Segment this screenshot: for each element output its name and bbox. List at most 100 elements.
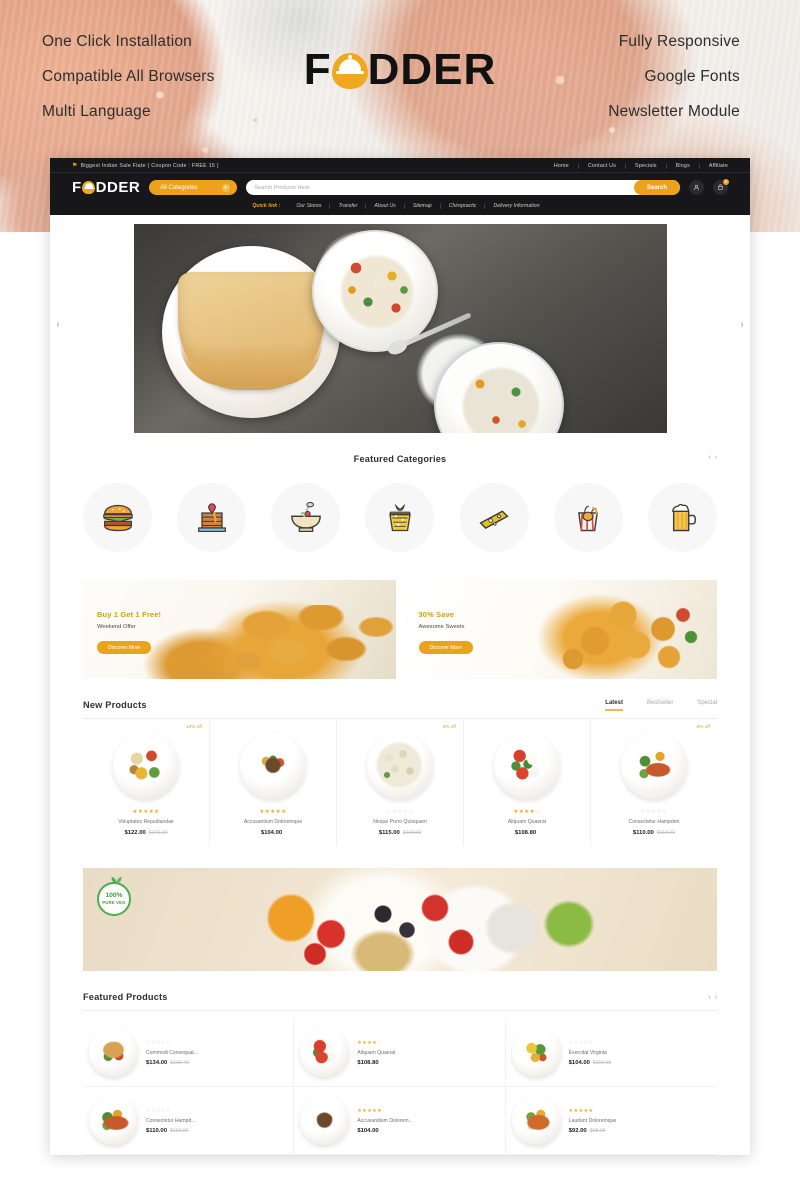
featured-categories-arrows: ‹ › <box>708 454 717 461</box>
new-products-tabs: Latest Bestseller Special <box>605 700 717 711</box>
quick-link-chiropractic[interactable]: Chiropractic <box>441 203 486 209</box>
category-noodle-box[interactable] <box>553 483 623 552</box>
hero-prev-arrow[interactable]: ‹ <box>50 311 66 337</box>
tab-bestseller[interactable]: Bestseller <box>647 700 673 711</box>
promo-banner-sweets-text: 30% Save Awesome Sweets Discover More <box>418 610 473 654</box>
featured-product-rating: ★★★★★ <box>568 1107 594 1114</box>
product-price: $122.00 $140.00 <box>87 830 205 836</box>
featured-categories-header: Featured Categories ‹ › <box>50 451 750 467</box>
quick-link-about-us[interactable]: About Us <box>366 203 405 209</box>
promo-banner-bogo-button[interactable]: Discover More <box>97 641 152 654</box>
featured-product-price: $108.80 <box>357 1060 498 1066</box>
promo-feature-left-3: Multi Language <box>42 103 151 120</box>
featured-product-card[interactable]: ★★★★★ Accusandium Dolorem... $104.00 <box>294 1087 506 1155</box>
featured-product-card[interactable]: ☆☆☆☆☆ Consectetur Hampd... $110.00 $119.6… <box>83 1087 295 1155</box>
cake-category-icon <box>197 502 226 532</box>
quick-link-delivery-information[interactable]: Delivery Information <box>485 203 547 209</box>
tab-special[interactable]: Special <box>697 700 717 711</box>
featured-product-name: Commodi Consequat... <box>146 1049 199 1056</box>
featured-product-card[interactable]: ☆☆☆☆☆ Exercitat Virginia $104.00 $116.00 <box>505 1019 717 1087</box>
header-logo-text-start: F <box>72 179 82 196</box>
category-cake[interactable] <box>177 483 247 552</box>
featured-product-card[interactable]: ★★★★☆ Aliquam Quaerat $108.80 <box>294 1019 506 1087</box>
product-card[interactable]: ★★★★☆ Aliquam Quaerat $108.80 <box>464 719 591 846</box>
featured-product-name: Laudant Doloremque <box>568 1117 617 1124</box>
featured-product-image <box>89 1028 138 1077</box>
promo-banner-sweets-title: 30% Save <box>418 610 455 619</box>
quick-link-our-stores[interactable]: Our Stores <box>288 203 331 209</box>
featured-next-arrow[interactable]: › <box>715 994 717 1001</box>
category-cheese[interactable] <box>459 483 529 552</box>
category-beer[interactable] <box>647 483 717 552</box>
featured-products-title: Featured Products <box>83 992 168 1002</box>
hero-slider[interactable] <box>133 224 667 433</box>
quick-link-label: Quick link : <box>252 203 281 209</box>
featured-product-old-price: $119.60 <box>169 1127 189 1134</box>
featured-prev-arrow[interactable]: ‹ <box>708 994 710 1001</box>
product-discount-badge: 13% off <box>185 725 202 730</box>
category-cupcake[interactable] <box>365 483 435 552</box>
featured-product-name: Exercitat Virginia <box>568 1049 607 1056</box>
featured-product-current-price: $92.00 <box>568 1127 587 1134</box>
search-button[interactable]: Search <box>633 180 680 195</box>
promo-banner-sweets-button[interactable]: Discover More <box>418 641 473 654</box>
featured-product-price: $92.00 $98.00 <box>569 1128 711 1134</box>
featured-product-price: $104.00 <box>357 1128 498 1134</box>
product-name: Consectetur Hampden <box>628 819 680 825</box>
product-card[interactable]: 8% off ☆☆☆☆☆ Consectetur Hampden $110.00… <box>591 719 717 846</box>
cart-button[interactable]: 0 <box>713 179 729 195</box>
site-preview: ⚑ Biggest Indian Sale Flate ( Coupon Cod… <box>50 158 750 1155</box>
featured-product-price: $110.00 $119.60 <box>146 1128 287 1134</box>
product-card[interactable]: 3% off ☆☆☆☆☆ Neque Porro Quisquam $115.0… <box>337 719 464 846</box>
featured-product-image <box>300 1096 350 1145</box>
promo-banner-sweets[interactable]: 30% Save Awesome Sweets Discover More <box>404 580 717 679</box>
categories-next-arrow[interactable]: › <box>715 454 717 461</box>
category-burger[interactable] <box>83 483 152 552</box>
category-soup[interactable] <box>271 483 341 552</box>
product-old-price: $119.60 <box>656 830 676 836</box>
pure-veg-percent: 100% <box>105 892 123 900</box>
featured-product-rating: ☆☆☆☆☆ <box>568 1039 594 1046</box>
header-quick-links: Quick link : Our Stores Transfer About U… <box>50 201 750 215</box>
header-logo[interactable]: F DDER <box>72 180 140 195</box>
search-input[interactable] <box>254 184 634 191</box>
promo-banner-bogo[interactable]: Buy 1 Get 1 Free! Weekend Offer Discover… <box>83 580 396 679</box>
mid-promo-banner[interactable]: 100% PURE VEG <box>83 868 717 971</box>
categories-prev-arrow[interactable]: ‹ <box>708 454 710 461</box>
quick-link-transfer[interactable]: Transfer <box>330 203 367 209</box>
nav-link-affiliate[interactable]: Affiliate <box>700 163 728 169</box>
cart-icon <box>718 184 723 190</box>
featured-categories-title: Featured Categories <box>353 454 447 464</box>
category-dropdown-label: All Categories <box>160 184 198 191</box>
featured-product-card[interactable]: ★★★★★ Laudant Doloremque $92.00 $98.00 <box>505 1087 717 1155</box>
featured-product-card[interactable]: ☆☆☆☆☆ Commodi Consequat... $134.00 $136.4… <box>83 1019 295 1087</box>
product-card[interactable]: 13% off ★★★★★ Voluptates Repudiandae $12… <box>83 719 210 846</box>
product-current-price: $122.00 <box>124 830 146 836</box>
quick-link-sitemap[interactable]: Sitemap <box>405 203 441 209</box>
nav-link-specials[interactable]: Specials <box>626 162 667 169</box>
featured-product-rating: ★★★★☆ <box>357 1039 383 1046</box>
soup-bowl-category-icon <box>290 501 321 532</box>
brand-logo: F DDER <box>0 48 800 92</box>
nav-link-home[interactable]: Home <box>545 162 579 169</box>
product-rating: ★★★★☆ <box>513 809 541 815</box>
featured-product-image <box>511 1028 561 1077</box>
tab-latest[interactable]: Latest <box>605 700 623 711</box>
beer-category-icon <box>672 503 697 531</box>
nav-link-blogs[interactable]: Blogs <box>667 162 700 169</box>
noodle-box-category-icon <box>578 505 599 531</box>
promo-banner-row: Buy 1 Get 1 Free! Weekend Offer Discover… <box>50 552 750 679</box>
featured-product-name: Consectetur Hampd... <box>146 1117 196 1124</box>
product-name: Voluptates Repudiandae <box>118 819 174 825</box>
account-button[interactable] <box>689 180 704 195</box>
product-card[interactable]: ★★★★★ Accusantium Doloremque $104.00 <box>210 719 337 846</box>
pure-veg-label: PURE VEG <box>102 899 126 905</box>
featured-product-image <box>89 1096 138 1145</box>
product-old-price: $140.00 <box>148 830 168 836</box>
hero-next-arrow[interactable]: › <box>734 311 750 337</box>
header-offer-text: Biggest Indian Sale Flate ( Coupon Code … <box>80 162 219 169</box>
product-image <box>240 733 306 799</box>
category-dropdown[interactable]: All Categories ▾ <box>149 180 237 195</box>
nav-link-contact-us[interactable]: Contact Us <box>579 162 627 169</box>
promo-banner-bogo-subtitle: Weekend Offer <box>97 624 136 630</box>
